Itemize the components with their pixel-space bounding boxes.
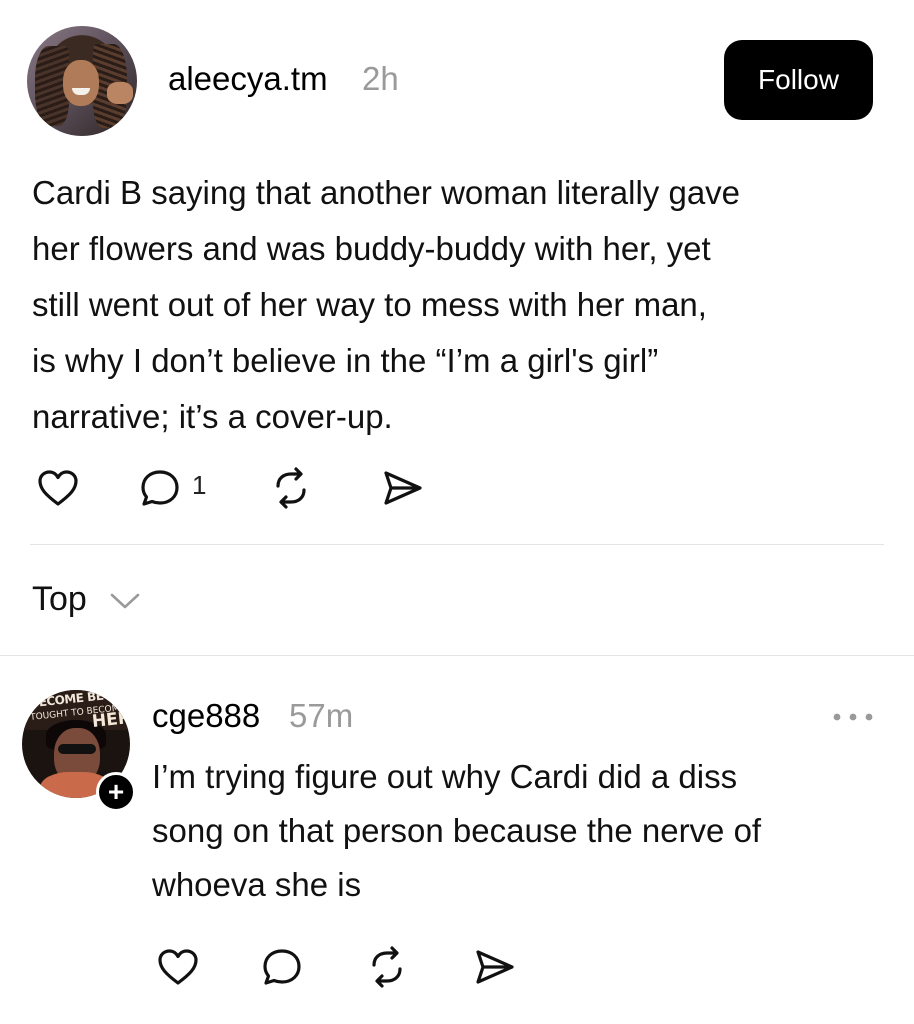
divider bbox=[0, 655, 914, 656]
follow-button[interactable]: Follow bbox=[724, 40, 873, 120]
divider bbox=[30, 544, 884, 545]
reply-timestamp: 57m bbox=[289, 697, 354, 734]
chevron-down-icon[interactable] bbox=[108, 590, 142, 612]
follow-plus-badge[interactable]: + bbox=[96, 772, 136, 812]
author-username[interactable]: aleecya.tm bbox=[168, 60, 328, 98]
author-avatar[interactable] bbox=[27, 26, 137, 136]
comment-count: 1 bbox=[192, 470, 207, 500]
avatar-text: HER bbox=[91, 708, 130, 732]
post-line: still went out of her way to mess with h… bbox=[32, 286, 707, 323]
reply-line: whoeva she is bbox=[152, 866, 362, 903]
reply-body: I’m trying figure out why Cardi did a di… bbox=[152, 750, 892, 912]
post-line: is why I don’t believe in the “I’m a gir… bbox=[32, 342, 659, 379]
post-line: narrative; it’s a cover-up. bbox=[32, 398, 393, 435]
post-timestamp: 2h bbox=[362, 60, 399, 97]
heart-icon[interactable] bbox=[156, 947, 200, 987]
avatar-face bbox=[63, 60, 99, 106]
reply-line: song on that person because the nerve of bbox=[152, 812, 762, 849]
avatar-sunglasses bbox=[58, 744, 96, 754]
post-line: her flowers and was buddy-buddy with her… bbox=[32, 230, 711, 267]
post-body: Cardi B saying that another woman litera… bbox=[32, 165, 892, 445]
comment-icon[interactable] bbox=[260, 945, 306, 989]
repost-icon[interactable] bbox=[364, 945, 410, 989]
post-line: Cardi B saying that another woman litera… bbox=[32, 174, 741, 211]
reply-line: I’m trying figure out why Cardi did a di… bbox=[152, 758, 738, 795]
sort-dropdown-label[interactable]: Top bbox=[32, 580, 87, 619]
more-icon[interactable] bbox=[832, 712, 874, 722]
avatar-hand bbox=[107, 82, 133, 104]
repost-icon[interactable] bbox=[268, 466, 314, 510]
comment-icon[interactable] bbox=[138, 466, 184, 510]
share-icon[interactable] bbox=[472, 947, 518, 987]
reply-username[interactable]: cge888 bbox=[152, 697, 260, 735]
share-icon[interactable] bbox=[380, 468, 426, 508]
heart-icon[interactable] bbox=[36, 468, 80, 508]
